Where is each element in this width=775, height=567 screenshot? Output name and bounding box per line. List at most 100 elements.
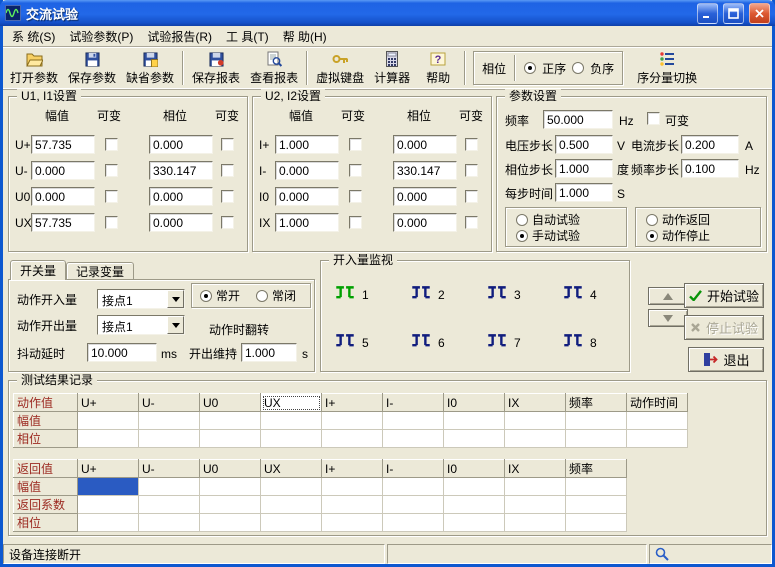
action-input-combobox[interactable]: 接点1 [97,289,185,309]
current-step-input[interactable] [681,135,739,154]
column-header-focused[interactable]: UX [261,394,322,412]
result-cell[interactable] [261,514,322,532]
result-cell[interactable] [139,478,200,496]
result-cell[interactable] [383,430,444,448]
result-cell[interactable] [200,478,261,496]
u-minus-amplitude-input[interactable] [31,161,95,180]
debounce-delay-input[interactable] [87,343,157,362]
u-minus-phase-variable-checkbox[interactable] [221,164,234,177]
save-params-button[interactable]: 保存参数 [63,48,121,88]
u-x-phase-variable-checkbox[interactable] [221,216,234,229]
maximize-button[interactable] [723,3,744,24]
app-icon[interactable] [5,5,21,21]
tab-record-variables[interactable]: 记录变量 [66,262,134,280]
input-channel-3[interactable]: 3 [485,283,521,307]
result-cell[interactable] [139,430,200,448]
action-output-combobox[interactable]: 接点1 [97,315,185,335]
step-time-input[interactable] [555,183,613,202]
i-zero-phase-input[interactable] [393,187,457,206]
start-test-button[interactable]: 开始试验 [684,283,764,308]
u-plus-phase-input[interactable] [149,135,213,154]
virtual-keyboard-button[interactable]: 虚拟键盘 [311,48,369,88]
result-cell[interactable] [444,496,505,514]
u-plus-phase-variable-checkbox[interactable] [221,138,234,151]
u-x-amp-variable-checkbox[interactable] [105,216,118,229]
u-zero-phase-input[interactable] [149,187,213,206]
i-zero-amplitude-input[interactable] [275,187,339,206]
result-cell[interactable] [627,412,688,430]
calculator-button[interactable]: 计算器 [369,48,415,88]
input-channel-1[interactable]: 1 [333,283,369,307]
u-zero-phase-variable-checkbox[interactable] [221,190,234,203]
result-cell[interactable] [139,412,200,430]
result-cell[interactable] [78,430,139,448]
result-cell[interactable] [627,430,688,448]
result-cell[interactable] [78,412,139,430]
i-x-phase-input[interactable] [393,213,457,232]
result-cell[interactable] [444,478,505,496]
i-plus-phase-variable-checkbox[interactable] [465,138,478,151]
result-cell[interactable] [566,514,627,532]
result-cell[interactable] [261,412,322,430]
u-x-phase-input[interactable] [149,213,213,232]
normally-closed-radio[interactable] [256,290,268,302]
phase-step-input[interactable] [555,159,613,178]
u-plus-amp-variable-checkbox[interactable] [105,138,118,151]
input-channel-4[interactable]: 4 [561,283,597,307]
result-cell[interactable] [200,514,261,532]
chevron-down-icon[interactable] [167,290,184,308]
i-zero-phase-variable-checkbox[interactable] [465,190,478,203]
u-minus-amp-variable-checkbox[interactable] [105,164,118,177]
view-report-button[interactable]: 查看报表 [245,48,303,88]
tab-switch-quantity[interactable]: 开关量 [10,260,66,280]
result-cell[interactable] [200,430,261,448]
result-cell[interactable] [566,430,627,448]
i-minus-amplitude-input[interactable] [275,161,339,180]
step-up-button[interactable] [648,287,688,305]
result-cell[interactable] [505,478,566,496]
i-x-amplitude-input[interactable] [275,213,339,232]
result-cell[interactable] [78,514,139,532]
result-cell[interactable] [505,412,566,430]
result-cell[interactable] [566,496,627,514]
i-minus-phase-input[interactable] [393,161,457,180]
input-channel-7[interactable]: 7 [485,331,521,355]
result-cell[interactable] [322,496,383,514]
menu-help[interactable]: 帮 助(H) [276,26,334,47]
manual-test-radio[interactable] [516,230,528,242]
stop-test-button[interactable]: 停止试验 [684,315,764,340]
result-cell[interactable] [444,514,505,532]
u-x-amplitude-input[interactable] [31,213,95,232]
result-cell[interactable] [78,496,139,514]
save-report-button[interactable]: 保存报表 [187,48,245,88]
sequence-component-switch-button[interactable]: 序分量切换 [627,48,707,88]
result-cell[interactable] [261,496,322,514]
chevron-down-icon[interactable] [167,316,184,334]
result-cell[interactable] [566,478,627,496]
result-cell[interactable] [383,412,444,430]
help-button[interactable]: ? 帮助 [415,48,461,88]
u-zero-amplitude-input[interactable] [31,187,95,206]
output-hold-input[interactable] [241,343,297,362]
result-cell[interactable] [505,430,566,448]
result-cell-selected[interactable] [78,478,139,496]
menu-test-params[interactable]: 试验参数(P) [62,26,140,47]
negative-sequence-radio[interactable] [572,62,584,74]
freq-step-input[interactable] [681,159,739,178]
frequency-variable-checkbox[interactable] [647,112,660,125]
result-cell[interactable] [322,430,383,448]
result-cell[interactable] [444,430,505,448]
menu-system[interactable]: 系 统(S) [5,26,62,47]
result-cell[interactable] [200,412,261,430]
result-cell[interactable] [566,412,627,430]
input-channel-2[interactable]: 2 [409,283,445,307]
frequency-input[interactable] [543,110,613,129]
result-cell[interactable] [200,496,261,514]
voltage-step-input[interactable] [555,135,613,154]
i-minus-phase-variable-checkbox[interactable] [465,164,478,177]
result-cell[interactable] [139,514,200,532]
u-zero-amp-variable-checkbox[interactable] [105,190,118,203]
i-plus-amplitude-input[interactable] [275,135,339,154]
result-cell[interactable] [261,478,322,496]
result-cell[interactable] [383,496,444,514]
